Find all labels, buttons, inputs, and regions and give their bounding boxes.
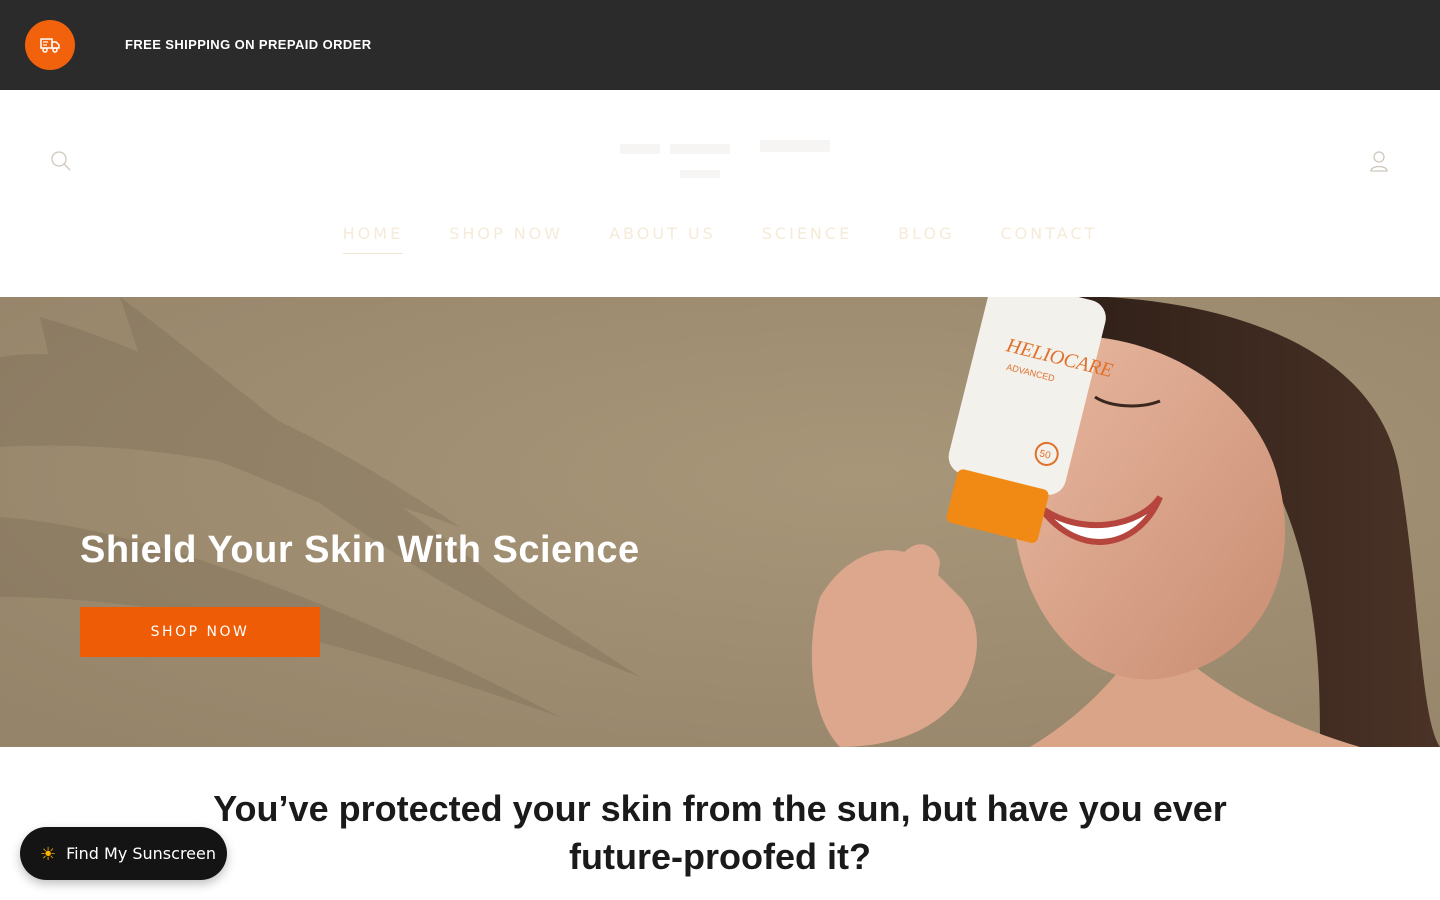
find-my-sunscreen-label: Find My Sunscreen: [66, 844, 216, 863]
find-my-sunscreen-button[interactable]: ☀ Find My Sunscreen: [20, 827, 227, 880]
hero-heading: Shield Your Skin With Science: [80, 529, 640, 571]
intro-section: You’ve protected your skin from the sun,…: [0, 747, 1440, 900]
sun-icon: ☀: [40, 843, 57, 864]
hero-image: HELIOCARE ADVANCED 50: [0, 297, 1440, 747]
site-logo[interactable]: [560, 130, 880, 200]
nav-blog[interactable]: BLOG: [898, 224, 954, 254]
intro-heading: You’ve protected your skin from the sun,…: [213, 788, 1227, 877]
nav-about-us[interactable]: ABOUT US: [609, 224, 716, 254]
nav-contact[interactable]: CONTACT: [1000, 224, 1097, 254]
main-navigation: HOME SHOP NOW ABOUT US SCIENCE BLOG CONT…: [0, 224, 1440, 254]
hero-banner: HELIOCARE ADVANCED 50 Shield Your Skin W…: [0, 297, 1440, 747]
account-icon[interactable]: [1366, 148, 1392, 174]
nav-science[interactable]: SCIENCE: [762, 224, 852, 254]
shop-now-button[interactable]: SHOP NOW: [80, 607, 320, 657]
nav-home[interactable]: HOME: [342, 224, 404, 254]
announcement-bar: FREE SHIPPING ON PREPAID ORDER: [0, 0, 1440, 90]
delivery-truck-icon: [25, 20, 75, 70]
nav-shop-now[interactable]: SHOP NOW: [449, 224, 563, 254]
search-icon[interactable]: [48, 148, 74, 174]
site-header: HOME SHOP NOW ABOUT US SCIENCE BLOG CONT…: [0, 90, 1440, 297]
announcement-text: FREE SHIPPING ON PREPAID ORDER: [125, 37, 372, 52]
